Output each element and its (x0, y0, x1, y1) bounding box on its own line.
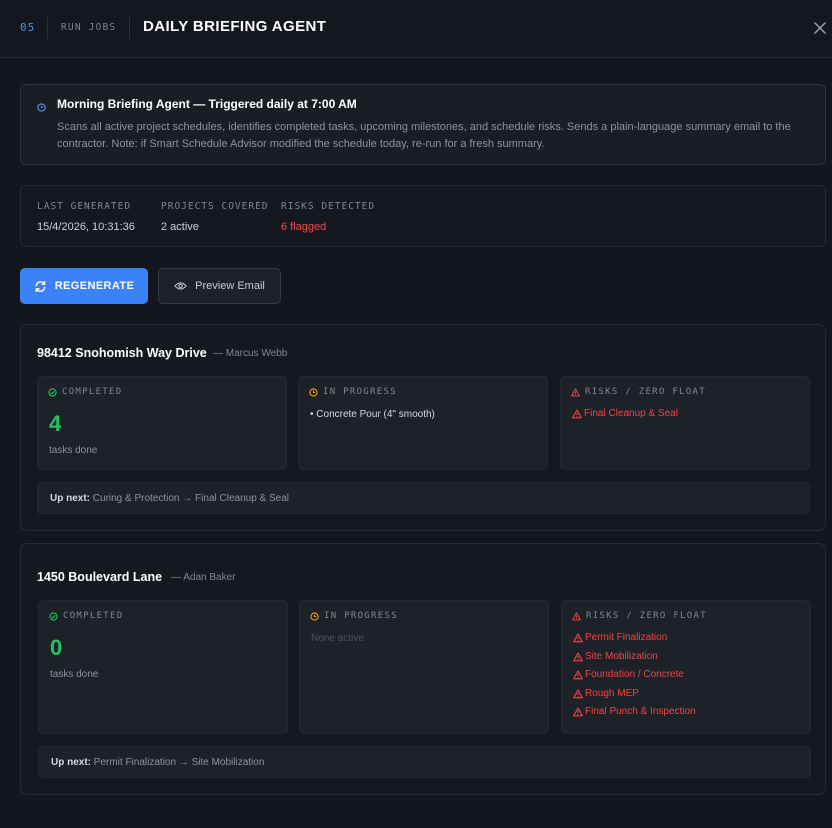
in-progress-label: IN PROGRESS (324, 611, 398, 621)
risk-item: Foundation / Concrete (573, 666, 696, 685)
warning-icon (573, 689, 583, 699)
project-card: 98412 Snohomish Way Drive — Marcus Webb … (20, 324, 826, 531)
up-next-label: Up next: (50, 493, 90, 504)
warning-icon (572, 409, 582, 419)
stats-panel: LAST GENERATED 15/4/2026, 10:31:36 PROJE… (20, 185, 826, 247)
preview-email-label: Preview Email (195, 280, 265, 292)
stat-label-last-generated: LAST GENERATED (37, 201, 132, 212)
info-description: Scans all active project schedules, iden… (57, 121, 791, 150)
up-next-label: Up next: (51, 757, 91, 768)
info-title: Morning Briefing Agent — Triggered daily… (57, 97, 357, 111)
step-number: 05 (20, 21, 36, 34)
up-next-bar: Up next: Curing & Protection → Final Cle… (37, 482, 810, 514)
check-circle-icon (49, 611, 58, 621)
risk-item: Site Mobilization (573, 648, 696, 667)
completed-count: 0 (50, 635, 63, 660)
close-icon[interactable] (811, 19, 829, 37)
warning-icon (572, 611, 581, 620)
completed-box: COMPLETED 0 tasks done (38, 600, 288, 734)
project-name: 1450 Boulevard Lane (37, 570, 163, 584)
stat-value-last-generated: 15/4/2026, 10:31:36 (37, 221, 135, 233)
in-progress-box: IN PROGRESS • Concrete Pour (4" smooth) (298, 376, 548, 470)
in-progress-box: IN PROGRESS None active (299, 600, 549, 734)
eye-icon (174, 282, 187, 290)
clock-icon (37, 99, 46, 117)
risks-label: RISKS / ZERO FLOAT (586, 611, 707, 621)
project-owner: — Marcus Webb (213, 348, 288, 359)
tasks-done-label: tasks done (50, 669, 99, 680)
divider (129, 17, 130, 39)
completed-count: 4 (49, 411, 62, 436)
regenerate-label: REGENERATE (54, 280, 135, 292)
breadcrumb: RUN JOBS (61, 22, 117, 33)
risk-item: Final Punch & Inspection (573, 703, 696, 722)
in-progress-label: IN PROGRESS (323, 387, 397, 397)
in-progress-item: • Concrete Pour (4" smooth) (310, 409, 435, 420)
risk-list: Permit Finalization Site Mobilization Fo… (573, 629, 696, 722)
stat-label-projects-covered: PROJECTS COVERED (161, 201, 269, 212)
risk-item: Final Cleanup & Seal (572, 405, 678, 424)
warning-icon (573, 707, 583, 717)
risks-box: RISKS / ZERO FLOAT Permit Finalization S… (561, 600, 811, 734)
project-name: 98412 Snohomish Way Drive (37, 346, 207, 360)
clock-icon (309, 387, 318, 397)
up-next-bar: Up next: Permit Finalization → Site Mobi… (38, 746, 811, 778)
divider (47, 17, 48, 39)
risk-item: Permit Finalization (573, 629, 696, 648)
warning-icon (573, 633, 583, 643)
in-progress-empty: None active (311, 633, 364, 644)
up-next-value: Permit Finalization → Site Mobilization (93, 757, 265, 768)
clock-icon (310, 611, 319, 621)
preview-email-button[interactable]: Preview Email (158, 268, 281, 304)
project-card: 1450 Boulevard Lane — Adan Baker COMPLET… (20, 543, 826, 795)
modal-header: 05 RUN JOBS DAILY BRIEFING AGENT (0, 0, 832, 58)
risk-item: Rough MEP (573, 685, 696, 704)
risks-box: RISKS / ZERO FLOAT Final Cleanup & Seal (560, 376, 810, 470)
up-next-value: Curing & Protection → Final Cleanup & Se… (92, 493, 289, 504)
risks-label: RISKS / ZERO FLOAT (585, 387, 706, 397)
completed-label: COMPLETED (62, 387, 123, 397)
refresh-icon (35, 280, 46, 292)
regenerate-button[interactable]: REGENERATE (20, 268, 148, 304)
check-circle-icon (48, 387, 57, 397)
page-title: DAILY BRIEFING AGENT (143, 18, 327, 35)
warning-icon (571, 387, 580, 396)
project-owner: — Adan Baker (171, 572, 236, 583)
completed-box: COMPLETED 4 tasks done (37, 376, 287, 470)
stat-value-risks-detected: 6 flagged (281, 221, 327, 233)
risk-list: Final Cleanup & Seal (572, 405, 678, 424)
warning-icon (573, 670, 583, 680)
warning-icon (573, 652, 583, 662)
tasks-done-label: tasks done (49, 445, 98, 456)
info-banner: Morning Briefing Agent — Triggered daily… (20, 84, 826, 165)
stat-value-projects-covered: 2 active (161, 221, 199, 233)
completed-label: COMPLETED (63, 611, 124, 621)
stat-label-risks-detected: RISKS DETECTED (281, 201, 376, 212)
